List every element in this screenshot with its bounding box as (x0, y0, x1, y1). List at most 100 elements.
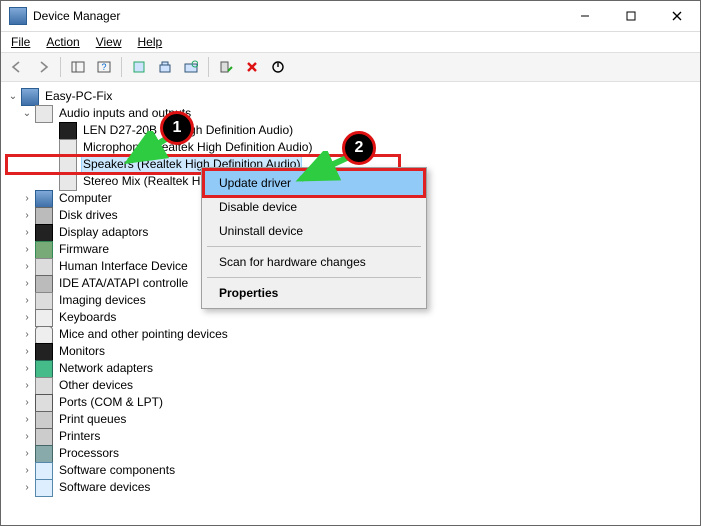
keyboard-icon (35, 309, 53, 327)
disk-icon (35, 207, 53, 225)
collapse-icon[interactable]: ⌄ (7, 88, 19, 105)
tree-root[interactable]: ⌄ Easy-PC-Fix (7, 88, 696, 105)
processor-icon (35, 445, 53, 463)
category-ports[interactable]: › Ports (COM & LPT) (7, 394, 696, 411)
scan-hardware-button[interactable] (179, 55, 203, 79)
category-label: Mice and other pointing devices (57, 326, 230, 343)
window-controls (562, 1, 700, 31)
expand-icon[interactable]: › (21, 445, 33, 462)
category-label: Imaging devices (57, 292, 148, 309)
expand-icon[interactable]: › (21, 343, 33, 360)
expand-icon[interactable]: › (21, 241, 33, 258)
annotation-badge-2: 2 (342, 131, 376, 165)
speaker-icon (59, 156, 77, 174)
category-software-components[interactable]: › Software components (7, 462, 696, 479)
category-monitors[interactable]: ›Monitors (7, 343, 696, 360)
update-driver-button[interactable] (153, 55, 177, 79)
category-keyboards[interactable]: › Keyboards (7, 309, 696, 326)
monitor-icon (35, 343, 53, 361)
uninstall-device-button[interactable] (240, 55, 264, 79)
show-hide-tree-button[interactable] (66, 55, 90, 79)
expand-icon[interactable]: › (21, 394, 33, 411)
software-icon (35, 479, 53, 497)
other-icon (35, 377, 53, 395)
firmware-icon (35, 241, 53, 259)
expand-icon[interactable]: › (21, 428, 33, 445)
category-label: Network adapters (57, 360, 155, 377)
printer-icon (35, 428, 53, 446)
maximize-button[interactable] (608, 1, 654, 31)
back-button[interactable] (5, 55, 29, 79)
category-label: Keyboards (57, 309, 118, 326)
separator (207, 246, 421, 247)
menu-action[interactable]: Action (40, 34, 85, 50)
forward-button[interactable] (31, 55, 55, 79)
expand-icon[interactable]: › (21, 292, 33, 309)
properties-button[interactable] (127, 55, 151, 79)
expand-icon[interactable]: › (21, 309, 33, 326)
software-icon (35, 462, 53, 480)
ctx-disable-device[interactable]: Disable device (205, 195, 423, 219)
expand-icon[interactable]: › (21, 377, 33, 394)
category-label: Processors (57, 445, 121, 462)
separator (60, 57, 61, 77)
expand-icon[interactable]: › (21, 258, 33, 275)
category-software-devices[interactable]: › Software devices (7, 479, 696, 496)
expand-icon[interactable]: › (21, 326, 33, 343)
category-printers[interactable]: › Printers (7, 428, 696, 445)
menubar: File Action View Help (1, 32, 700, 52)
menu-view[interactable]: View (90, 34, 128, 50)
display-icon (35, 224, 53, 242)
ctx-properties[interactable]: Properties (205, 281, 423, 305)
print-queue-icon (35, 411, 53, 429)
expand-icon[interactable]: › (21, 224, 33, 241)
port-icon (35, 394, 53, 412)
category-label: Firmware (57, 241, 111, 258)
category-label: IDE ATA/ATAPI controlle (57, 275, 190, 292)
ctx-scan-hardware[interactable]: Scan for hardware changes (205, 250, 423, 274)
mouse-icon (35, 326, 53, 344)
expand-icon[interactable]: › (21, 207, 33, 224)
expand-icon[interactable]: › (21, 479, 33, 496)
device-label: Microphone (Realtek High Definition Audi… (81, 139, 314, 156)
category-audio[interactable]: ⌄ Audio inputs and outputs (7, 105, 696, 122)
monitor-icon (59, 122, 77, 140)
separator (208, 57, 209, 77)
category-label: Print queues (57, 411, 128, 428)
collapse-icon[interactable]: ⌄ (21, 105, 33, 122)
category-mice[interactable]: › Mice and other pointing devices (7, 326, 696, 343)
menu-file[interactable]: File (5, 34, 36, 50)
root-label: Easy-PC-Fix (43, 88, 114, 105)
disable-device-button[interactable] (266, 55, 290, 79)
expand-icon[interactable]: › (21, 275, 33, 292)
category-label: Display adaptors (57, 224, 150, 241)
category-label: Software components (57, 462, 177, 479)
toolbar: ? (1, 52, 700, 82)
expand-icon[interactable]: › (21, 190, 33, 207)
minimize-button[interactable] (562, 1, 608, 31)
computer-icon (35, 190, 53, 208)
category-label: Ports (COM & LPT) (57, 394, 165, 411)
ide-icon (35, 275, 53, 293)
app-icon (9, 7, 27, 25)
device-manager-window: Device Manager File Action View Help ? ⌄ (0, 0, 701, 526)
enable-device-button[interactable] (214, 55, 238, 79)
expand-icon[interactable]: › (21, 462, 33, 479)
help-button[interactable]: ? (92, 55, 116, 79)
category-label: Human Interface Device (57, 258, 190, 275)
category-network[interactable]: › Network adapters (7, 360, 696, 377)
category-processors[interactable]: › Processors (7, 445, 696, 462)
menu-help[interactable]: Help (132, 34, 169, 50)
category-label: Printers (57, 428, 102, 445)
category-label: Other devices (57, 377, 135, 394)
microphone-icon (59, 139, 77, 157)
computer-icon (21, 88, 39, 106)
expand-icon[interactable]: › (21, 411, 33, 428)
expand-icon[interactable]: › (21, 360, 33, 377)
category-print-queues[interactable]: › Print queues (7, 411, 696, 428)
close-button[interactable] (654, 1, 700, 31)
ctx-uninstall-device[interactable]: Uninstall device (205, 219, 423, 243)
category-other[interactable]: › Other devices (7, 377, 696, 394)
svg-text:?: ? (101, 62, 106, 72)
category-label: Software devices (57, 479, 152, 496)
